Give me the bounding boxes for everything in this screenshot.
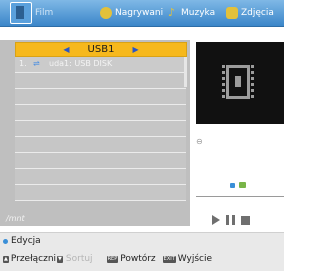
help-bar xyxy=(0,232,284,271)
tab-recordings-label: Nagrywani xyxy=(115,8,164,18)
media-player-screen: Film Nagrywani ♪ Muzyka Zdjęcia ◀ USB1 ▶… xyxy=(0,0,284,271)
tab-music-label: Muzyka xyxy=(181,8,216,18)
progress-line xyxy=(196,196,284,197)
arrow-right-icon[interactable]: ▶ xyxy=(132,45,138,54)
switch-hint-label[interactable]: Przełączni xyxy=(11,254,56,264)
empty-row xyxy=(15,185,186,201)
record-icon xyxy=(100,7,112,19)
exit-hint-label: Wyjście xyxy=(177,254,213,264)
empty-row xyxy=(15,73,186,89)
edit-hint[interactable]: Edycja xyxy=(3,236,41,246)
folder-icon xyxy=(239,182,246,188)
music-note-icon: ♪ xyxy=(168,6,176,19)
device-selector-label: USB1 xyxy=(87,44,115,55)
repeat-hint-label: Powtórz xyxy=(120,254,156,264)
exit-hint[interactable]: EXIT Wyjście xyxy=(162,254,213,264)
empty-row xyxy=(15,89,186,105)
list-item-name: uda1: USB DISK xyxy=(49,59,113,68)
tab-photos-label: Zdjęcia xyxy=(241,8,274,18)
empty-row xyxy=(15,121,186,137)
empty-row xyxy=(15,153,186,169)
file-list: 1. ⇌ uda1: USB DISK xyxy=(15,57,186,205)
status-icons xyxy=(230,182,246,188)
tab-recordings[interactable]: Nagrywani xyxy=(100,0,163,26)
usb-icon: ⇌ xyxy=(33,59,40,68)
list-item[interactable]: 1. ⇌ uda1: USB DISK xyxy=(15,57,186,73)
empty-row xyxy=(15,137,186,153)
stop-icon[interactable] xyxy=(241,215,250,225)
current-path: /mnt xyxy=(6,214,25,223)
blue-key-icon xyxy=(3,238,8,244)
device-selector[interactable]: ◀ USB1 ▶ xyxy=(15,42,187,57)
repeat-hint[interactable]: REP Powtórz xyxy=(106,254,156,264)
pause-icon[interactable] xyxy=(226,215,235,225)
empty-row xyxy=(15,169,186,185)
tab-film-label: Film xyxy=(35,8,54,18)
tab-film[interactable]: Film xyxy=(10,0,53,26)
tab-photos[interactable]: Zdjęcia xyxy=(226,0,274,26)
key-icon: ▼ xyxy=(57,255,63,263)
film-preview-icon xyxy=(222,65,254,99)
list-item-number: 1. xyxy=(19,59,27,68)
list-scrollbar[interactable] xyxy=(184,57,187,87)
sort-hint-label[interactable]: Sortuj xyxy=(66,254,93,264)
device-status-icon xyxy=(230,182,235,188)
photo-icon xyxy=(226,7,238,19)
key-icon: ▲ xyxy=(3,255,9,263)
media-tab-bar: Film Nagrywani ♪ Muzyka Zdjęcia xyxy=(0,0,284,27)
tab-music[interactable]: ♪ Muzyka xyxy=(168,0,215,26)
arrow-left-icon[interactable]: ◀ xyxy=(63,45,69,54)
play-icon[interactable] xyxy=(212,215,220,225)
playback-controls xyxy=(212,215,250,225)
edit-hint-label: Edycja xyxy=(11,236,41,246)
repeat-key-icon: REP xyxy=(106,255,119,263)
preview-window xyxy=(196,42,284,124)
film-icon xyxy=(10,2,32,24)
exit-key-icon: EXIT xyxy=(162,255,176,263)
info-icon: ⊖ xyxy=(196,137,203,146)
empty-row xyxy=(15,105,186,121)
help-row: ▲ Przełączni ▼ Sortuj REP Powtórz EXIT W… xyxy=(3,254,212,264)
